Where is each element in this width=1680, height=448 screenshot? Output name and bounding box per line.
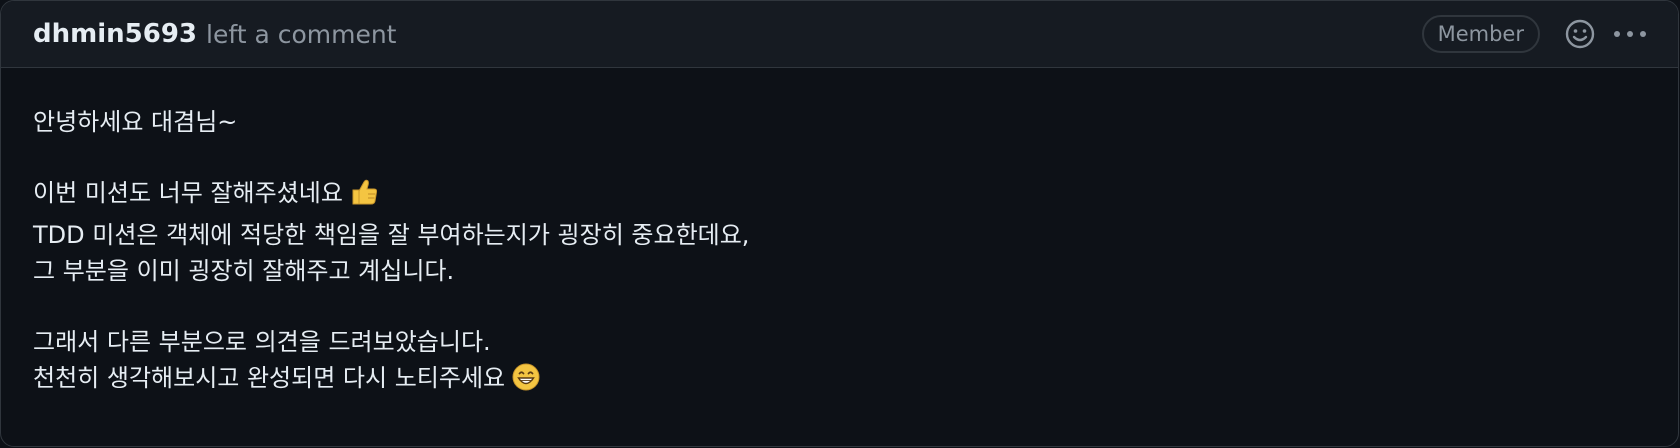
comment-body: 안녕하세요 대겸님~ 이번 미션도 너무 잘해주셨네요 TDD 미션은 객체에 … bbox=[1, 68, 1678, 402]
thumbs-up-icon bbox=[349, 177, 379, 217]
comment-card: dhmin5693 left a comment Member 안녕하세요 대겸… bbox=[0, 0, 1679, 447]
comment-action-text: left a comment bbox=[206, 19, 397, 49]
praise-line-text: 이번 미션도 너무 잘해주셨네요 bbox=[33, 179, 343, 207]
comment-options-button[interactable] bbox=[1612, 16, 1648, 52]
praise-line: 이번 미션도 너무 잘해주셨네요 bbox=[33, 175, 1646, 217]
closing-paragraph: 그래서 다른 부분으로 의견을 드려보았습니다. 천천히 생각해보시고 완성되면… bbox=[33, 324, 1646, 402]
grinning-face-icon bbox=[511, 362, 541, 402]
tdd-line: TDD 미션은 객체에 적당한 책임을 잘 부여하는지가 굉장히 중요한데요, bbox=[33, 221, 750, 249]
add-reaction-button[interactable] bbox=[1562, 16, 1598, 52]
already-doing-line: 그 부분을 이미 굉장히 잘해주고 계십니다. bbox=[33, 257, 455, 285]
kebab-horizontal-icon bbox=[1614, 31, 1646, 37]
notify-line: 천천히 생각해보시고 완성되면 다시 노티주세요 bbox=[33, 360, 1646, 402]
feedback-line: 그래서 다른 부분으로 의견을 드려보았습니다. bbox=[33, 328, 491, 356]
greeting-text: 안녕하세요 대겸님~ bbox=[33, 108, 238, 136]
greeting-paragraph: 안녕하세요 대겸님~ bbox=[33, 104, 1646, 140]
role-badge: Member bbox=[1421, 15, 1540, 53]
comment-header: dhmin5693 left a comment Member bbox=[1, 1, 1678, 68]
author-link[interactable]: dhmin5693 bbox=[33, 19, 197, 49]
praise-paragraph: 이번 미션도 너무 잘해주셨네요 TDD 미션은 객체에 적당한 책임을 잘 부… bbox=[33, 175, 1646, 289]
notify-line-text: 천천히 생각해보시고 완성되면 다시 노티주세요 bbox=[33, 364, 506, 392]
smiley-icon bbox=[1565, 19, 1595, 49]
